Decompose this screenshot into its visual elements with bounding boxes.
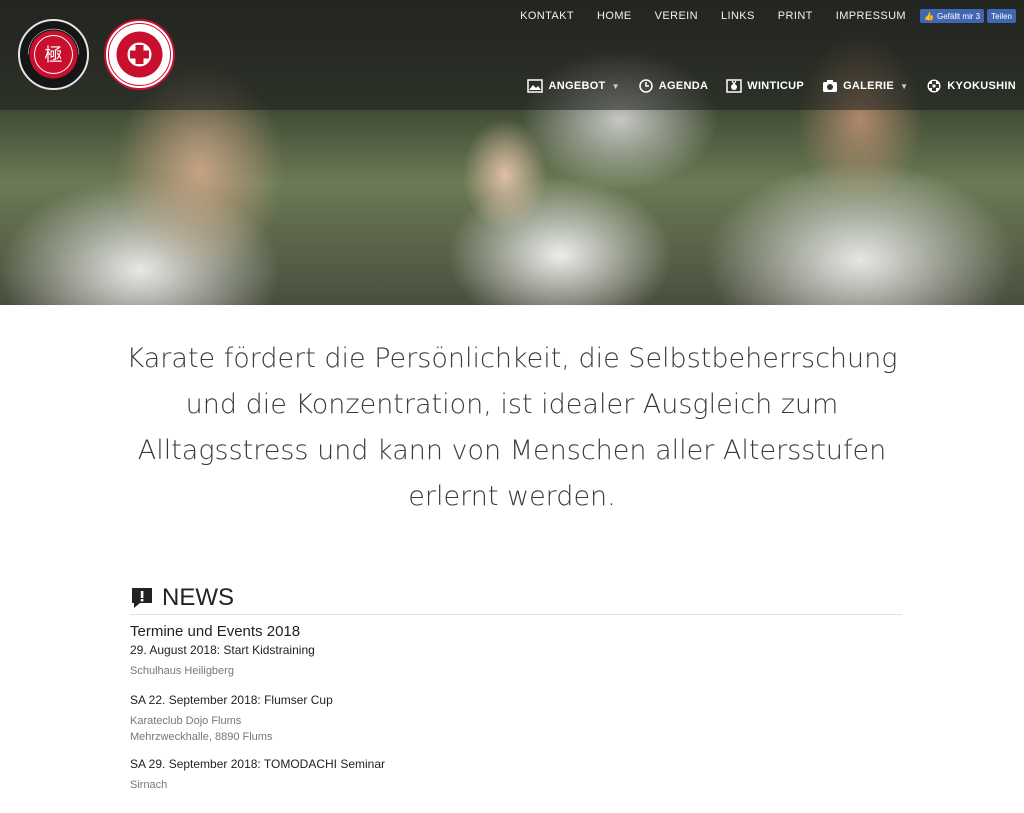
top-nav-impressum[interactable]: IMPRESSUM [836, 9, 906, 23]
news-heading: NEWS [162, 583, 234, 611]
news-subtitle: Termine und Events 2018 [130, 623, 301, 640]
main-nav-angebot-label: ANGEBOT [548, 80, 606, 92]
main-nav: ANGEBOT ▼ AGENDA WINTICUP GALERIE ▼ KYOK… [527, 79, 1016, 93]
news-header: NEWS [130, 583, 902, 615]
winterthur-logo-graphic: 極 [27, 28, 80, 79]
main-nav-galerie-label: GALERIE [843, 80, 895, 92]
union-swiss-logo-graphic [108, 23, 171, 86]
main-nav-galerie[interactable]: GALERIE ▼ [822, 79, 908, 93]
main-nav-agenda[interactable]: AGENDA [638, 79, 708, 93]
main-nav-winticup[interactable]: WINTICUP [726, 79, 804, 93]
main-nav-winticup-label: WINTICUP [747, 80, 805, 92]
main-nav-agenda-label: AGENDA [658, 80, 709, 92]
kyokushinkai-winterthur-logo[interactable]: 極 [18, 19, 89, 90]
news-event: SA 22. September 2018: Flumser Cup Karat… [130, 692, 902, 745]
news-event: SA 29. September 2018: TOMODACHI Seminar… [130, 756, 902, 793]
thumbs-up-icon: 👍 [924, 11, 934, 21]
hero-image: 極 KONTAKT HOME VEREIN LINKS PRINT IMPRES… [0, 0, 1024, 305]
news-event: 29. August 2018: Start Kidstraining Schu… [130, 642, 902, 679]
news-event-title[interactable]: SA 29. September 2018: TOMODACHI Seminar [130, 756, 902, 772]
main-nav-kyokushin[interactable]: KYOKUSHIN [926, 79, 1016, 93]
exclamation-comment-icon [132, 587, 152, 608]
news-event-title[interactable]: SA 22. September 2018: Flumser Cup [130, 692, 902, 708]
clock-icon [639, 79, 653, 93]
facebook-like-button[interactable]: 👍 Gefällt mir 3 [920, 9, 985, 23]
top-nav-kontakt[interactable]: KONTAKT [520, 9, 574, 23]
kyokushin-emblem-icon [927, 79, 941, 93]
top-nav-links[interactable]: LINKS [721, 9, 755, 23]
top-nav: KONTAKT HOME VEREIN LINKS PRINT IMPRESSU… [520, 9, 1016, 23]
chevron-down-icon: ▼ [900, 81, 909, 91]
main-nav-angebot[interactable]: ANGEBOT ▼ [527, 79, 619, 93]
camera-icon [823, 80, 838, 92]
facebook-share-button[interactable]: Teilen [987, 9, 1016, 23]
news-event-location: Mehrzweckhalle, 8890 Flums [130, 731, 273, 743]
news-event-location: Schulhaus Heiligberg [130, 665, 234, 677]
news-event-title[interactable]: 29. August 2018: Start Kidstraining [130, 642, 902, 658]
intro-quote: Karate fördert die Persönlichkeit, die S… [126, 343, 898, 512]
medal-icon [726, 79, 743, 93]
news-event-location: Karateclub Dojo Flums [130, 715, 242, 727]
facebook-like-label: Gefällt mir 3 [936, 11, 981, 21]
facebook-like-widget: 👍 Gefällt mir 3 Teilen [920, 9, 1016, 23]
svg-text:極: 極 [45, 45, 63, 66]
top-nav-print[interactable]: PRINT [778, 9, 813, 23]
news-section: NEWS Termine und Events 2018 29. August … [130, 583, 902, 793]
main-nav-kyokushin-label: KYOKUSHIN [947, 80, 1016, 92]
kyokushin-union-swiss-logo[interactable] [104, 19, 175, 90]
news-event-location: Sirnach [130, 779, 168, 791]
chevron-down-icon: ▼ [611, 81, 620, 91]
top-nav-verein[interactable]: VEREIN [655, 9, 698, 23]
top-nav-home[interactable]: HOME [597, 9, 632, 23]
photo-icon [527, 79, 544, 93]
